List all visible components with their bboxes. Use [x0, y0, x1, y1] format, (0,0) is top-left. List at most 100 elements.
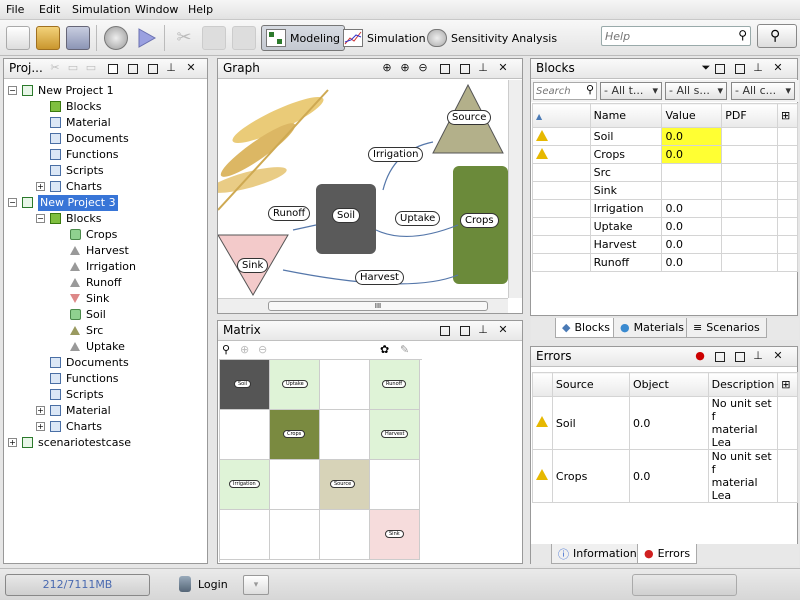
matrix-cell-empty[interactable]	[320, 360, 370, 410]
matrix-cell-empty[interactable]	[220, 510, 270, 560]
block-value-cell[interactable]: 0.0	[661, 217, 723, 236]
error-description-cell[interactable]: No unit set f material Lea	[707, 449, 779, 503]
restore-icon[interactable]	[460, 326, 470, 336]
sort-column-header[interactable]: ▲	[532, 103, 591, 128]
matrix-cell-harvest[interactable]: Harvest	[370, 410, 420, 460]
restore-icon[interactable]	[735, 352, 745, 362]
pin-icon[interactable]: ⊥	[751, 61, 765, 74]
matrix-cell-empty[interactable]	[320, 510, 370, 560]
block-value-cell[interactable]: 0.0	[661, 145, 723, 164]
tree-item[interactable]: Sink	[8, 291, 203, 307]
column-chooser-icon[interactable]: ⊞	[777, 103, 798, 128]
matrix-cell-sink[interactable]: Sink	[370, 510, 420, 560]
collapse-icon[interactable]: −	[36, 214, 45, 223]
menu-simulation[interactable]: Simulation	[72, 3, 131, 16]
tree-item[interactable]: Material	[8, 115, 203, 131]
login-label[interactable]: Login	[198, 578, 228, 591]
minimize-icon[interactable]	[715, 64, 725, 74]
tree-item[interactable]: Crops	[8, 227, 203, 243]
graph-node-runoff[interactable]: Runoff	[268, 206, 311, 221]
block-name-cell[interactable]: Runoff	[589, 253, 663, 272]
tab-blocks[interactable]: ◆ Blocks	[555, 318, 617, 338]
help-search-button[interactable]: ⚲	[757, 24, 797, 48]
menu-file[interactable]: File	[6, 3, 24, 16]
block-name-cell[interactable]: Irrigation	[589, 199, 663, 218]
zoom-icon[interactable]: ⚲	[222, 343, 230, 356]
minimize-icon[interactable]	[440, 64, 450, 74]
save-icon[interactable]	[66, 26, 90, 50]
pin-icon[interactable]: ⊥	[476, 61, 490, 74]
tree-item[interactable]: Soil	[8, 307, 203, 323]
error-source-cell[interactable]: Crops	[551, 449, 630, 503]
error-source-cell[interactable]: Soil	[551, 396, 630, 450]
eraser-icon[interactable]: ✎	[400, 343, 409, 356]
column-header-object[interactable]: Object	[628, 372, 709, 397]
open-folder-icon[interactable]	[36, 26, 60, 50]
scroll-thumb[interactable]: III	[268, 301, 488, 311]
tree-item[interactable]: Scripts	[8, 387, 203, 403]
play-icon[interactable]	[134, 26, 158, 50]
tab-errors[interactable]: ● Errors	[637, 544, 698, 564]
pin-icon[interactable]: ⊥	[476, 323, 490, 336]
graph-node-sink[interactable]: Sink	[237, 258, 269, 273]
help-search-input[interactable]	[602, 27, 722, 45]
block-name-cell[interactable]: Src	[589, 163, 663, 182]
column-header-description[interactable]: Description	[707, 372, 779, 397]
block-value-cell[interactable]	[661, 181, 723, 200]
tree-item[interactable]: + scenariotestcase	[8, 435, 203, 451]
pin-icon[interactable]: ⊥	[164, 61, 178, 74]
tree-item[interactable]: Documents	[8, 355, 203, 371]
minimize-icon[interactable]	[715, 352, 725, 362]
error-object-cell[interactable]: 0.0	[628, 396, 709, 450]
pin-icon[interactable]: ⊥	[751, 349, 765, 362]
matrix-cell-empty[interactable]	[270, 460, 320, 510]
block-value-cell[interactable]: 0.0	[661, 199, 723, 218]
block-pdf-cell[interactable]	[721, 217, 778, 236]
matrix-cell-empty[interactable]	[220, 410, 270, 460]
block-name-cell[interactable]: Uptake	[589, 217, 663, 236]
tree-item[interactable]: + Charts	[8, 179, 203, 195]
tree-item[interactable]: Uptake	[8, 339, 203, 355]
restore-icon[interactable]	[148, 64, 158, 74]
new-file-icon[interactable]	[6, 26, 30, 50]
table-row[interactable]: Soil 0.0 No unit set f material Lea	[532, 396, 798, 450]
matrix-cell-source[interactable]: Source	[320, 460, 370, 510]
zoom-fit-icon[interactable]: ⊕	[380, 61, 394, 74]
menu-window[interactable]: Window	[135, 3, 178, 16]
table-row[interactable]: Crops 0.0	[532, 145, 798, 164]
graph-horizontal-scrollbar[interactable]: III	[218, 298, 508, 313]
block-pdf-cell[interactable]	[721, 145, 778, 164]
error-description-cell[interactable]: No unit set f material Lea	[707, 396, 779, 450]
table-row[interactable]: Uptake 0.0	[532, 217, 798, 236]
block-pdf-cell[interactable]	[721, 163, 778, 182]
matrix-cell-runoff[interactable]: Runoff	[370, 360, 420, 410]
table-row[interactable]: Irrigation 0.0	[532, 199, 798, 218]
tree-item[interactable]: Src	[8, 323, 203, 339]
palette-icon[interactable]: ✿	[380, 343, 389, 356]
close-icon[interactable]: ✕	[184, 61, 198, 74]
status-filter-dropdown[interactable]: - All s...	[665, 82, 727, 100]
block-value-cell[interactable]	[661, 163, 723, 182]
tab-information[interactable]: ⓘ Information	[551, 544, 644, 564]
table-row[interactable]: Runoff 0.0	[532, 253, 798, 272]
tree-item[interactable]: + Charts	[8, 419, 203, 435]
blocks-search-field[interactable]: ⚲	[533, 82, 597, 100]
tree-item[interactable]: Documents	[8, 131, 203, 147]
collapse-icon[interactable]: −	[8, 86, 17, 95]
table-row[interactable]: Soil 0.0	[532, 127, 798, 146]
block-pdf-cell[interactable]	[721, 253, 778, 272]
collapse-all-icon[interactable]	[108, 64, 118, 74]
block-value-cell[interactable]: 0.0	[661, 253, 723, 272]
menu-edit[interactable]: Edit	[39, 3, 60, 16]
zoom-out-icon[interactable]: ⊖	[416, 61, 430, 74]
table-row[interactable]: Crops 0.0 No unit set f material Lea	[532, 449, 798, 503]
close-icon[interactable]: ✕	[771, 61, 785, 74]
graph-node-harvest[interactable]: Harvest	[355, 270, 404, 285]
menu-help[interactable]: Help	[188, 3, 213, 16]
error-object-cell[interactable]: 0.0	[628, 449, 709, 503]
tree-item[interactable]: Functions	[8, 147, 203, 163]
tree-item[interactable]: + Material	[8, 403, 203, 419]
graph-node-uptake[interactable]: Uptake	[395, 211, 441, 226]
matrix-cell-irrigation[interactable]: Irrigation	[220, 460, 270, 510]
block-value-cell[interactable]: 0.0	[661, 127, 723, 146]
